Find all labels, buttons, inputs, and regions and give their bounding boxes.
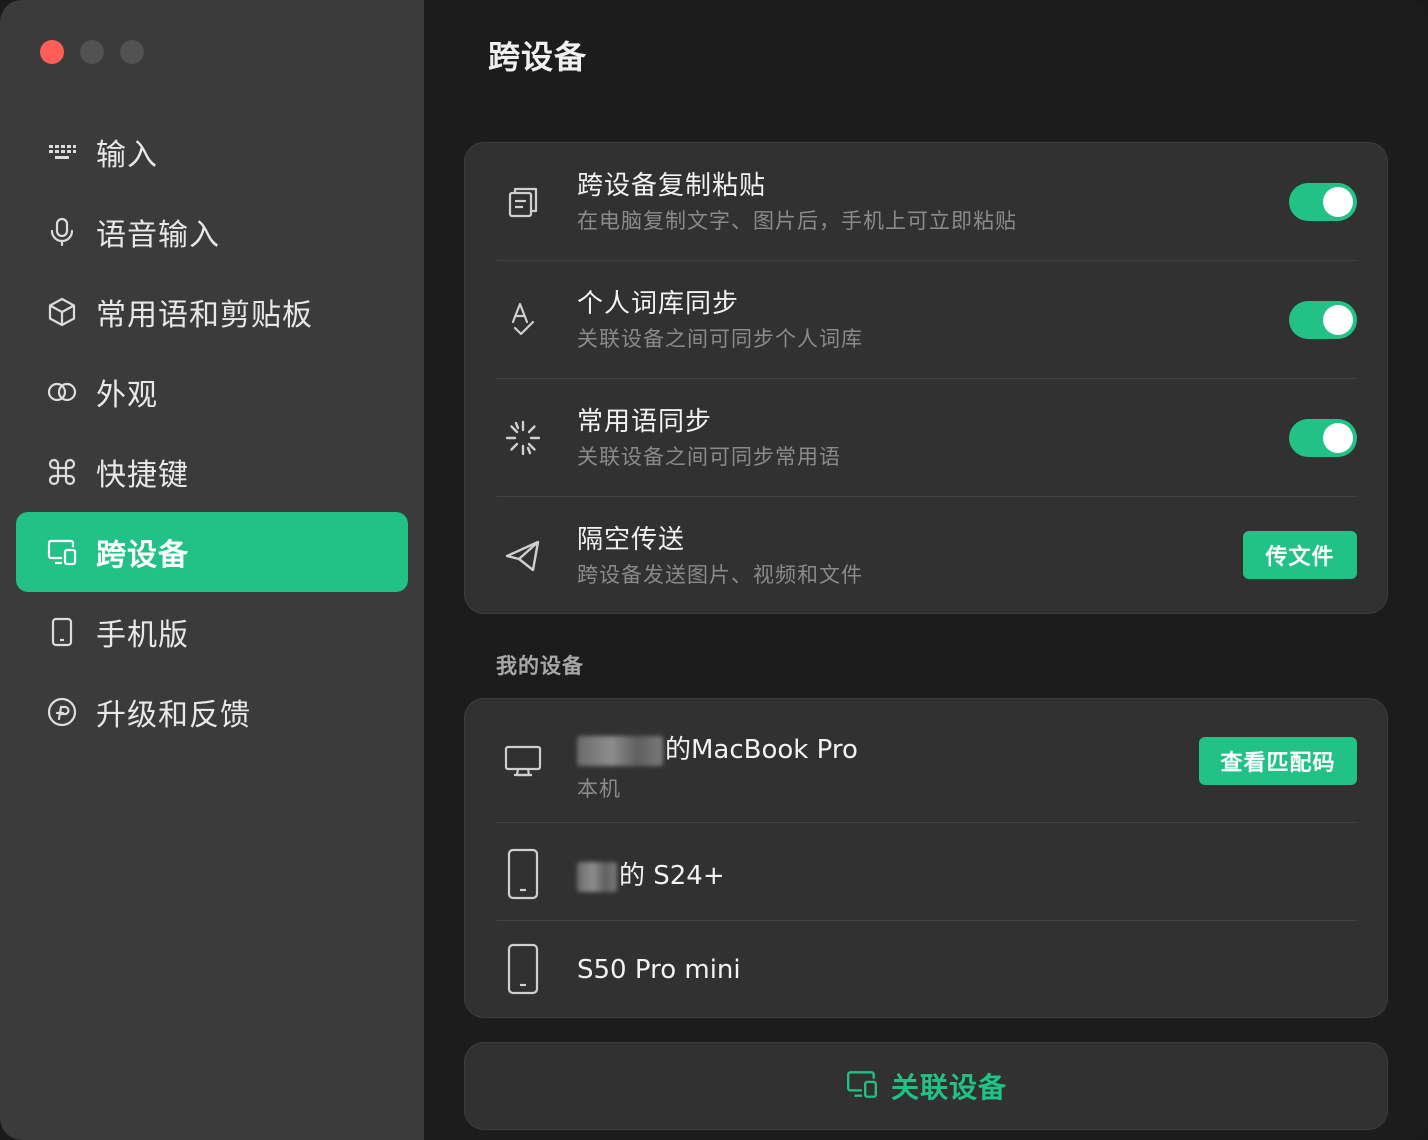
sidebar-item-label: 升级和反馈	[96, 698, 251, 733]
view-pairing-code-button[interactable]: 查看匹配码	[1199, 737, 1357, 785]
devices-card: 的MacBook Pro 本机 查看匹配码 的 S24+ S50 Pro min…	[464, 698, 1388, 1018]
devices-icon	[845, 1067, 879, 1105]
toggle-knob	[1323, 187, 1353, 217]
microphone-icon	[44, 214, 80, 250]
device-row: 的MacBook Pro 本机 查看匹配码	[497, 699, 1357, 823]
monitor-icon	[501, 739, 545, 783]
toggle-knob	[1323, 423, 1353, 453]
device-row: S50 Pro mini	[497, 921, 1357, 1019]
sidebar-item-label: 跨设备	[96, 538, 189, 573]
toggle-knob	[1323, 305, 1353, 335]
sidebar-item-phrases-clipboard[interactable]: 常用语和剪贴板	[16, 272, 408, 352]
feature-row-airdrop: 隔空传送 跨设备发送图片、视频和文件 传文件	[497, 497, 1357, 615]
keyboard-icon	[44, 134, 80, 170]
redacted-name	[577, 861, 617, 892]
send-file-button[interactable]: 传文件	[1243, 531, 1357, 579]
dictionary-sync-toggle[interactable]	[1289, 301, 1357, 339]
sidebar: 输入 语音输入 常用语和剪贴板 外观 快捷键 跨设备 手机版 升级和反馈	[0, 0, 424, 1140]
spellcheck-icon	[501, 298, 545, 342]
my-devices-label: 我的设备	[496, 654, 584, 678]
sidebar-item-label: 输入	[96, 138, 158, 173]
send-icon	[501, 534, 545, 578]
sidebar-item-input[interactable]: 输入	[16, 112, 408, 192]
zoom-window-button[interactable]	[120, 40, 144, 64]
link-device-label: 关联设备	[890, 1071, 1007, 1104]
feature-subtitle: 在电脑复制文字、图片后，手机上可立即粘贴	[577, 209, 1017, 233]
link-device-button[interactable]: 关联设备	[464, 1042, 1388, 1130]
command-icon	[44, 454, 80, 490]
sidebar-item-cross-device[interactable]: 跨设备	[16, 512, 408, 592]
feature-title: 隔空传送	[577, 525, 686, 555]
devices-icon	[44, 534, 80, 570]
sidebar-item-label: 语音输入	[96, 218, 220, 253]
main-panel: 跨设备 跨设备复制粘贴 在电脑复制文字、图片后，手机上可立即粘贴 个人词库同步 …	[424, 0, 1428, 1140]
sidebar-item-label: 外观	[96, 378, 158, 413]
feature-settings-card: 跨设备复制粘贴 在电脑复制文字、图片后，手机上可立即粘贴 个人词库同步 关联设备…	[464, 142, 1388, 614]
device-name: 的 S24+	[577, 855, 725, 892]
minimize-window-button[interactable]	[80, 40, 104, 64]
sidebar-item-voice-input[interactable]: 语音输入	[16, 192, 408, 272]
phone-icon	[501, 848, 545, 900]
feature-subtitle: 关联设备之间可同步个人词库	[577, 327, 863, 351]
sparkle-icon	[501, 416, 545, 460]
redacted-name	[577, 735, 663, 766]
rings-icon	[44, 374, 80, 410]
sidebar-item-label: 常用语和剪贴板	[96, 298, 313, 333]
sidebar-item-mobile[interactable]: 手机版	[16, 592, 408, 672]
feature-subtitle: 跨设备发送图片、视频和文件	[577, 563, 863, 587]
phone-icon	[44, 614, 80, 650]
feature-row-dictionary-sync: 个人词库同步 关联设备之间可同步个人词库	[497, 261, 1357, 379]
feature-title: 常用语同步	[577, 407, 713, 437]
clipboard-copy-icon	[501, 180, 545, 224]
device-name: 的MacBook Pro	[577, 729, 858, 766]
feature-subtitle: 关联设备之间可同步常用语	[577, 445, 841, 469]
page-title: 跨设备	[488, 38, 588, 76]
feature-row-phrases-sync: 常用语同步 关联设备之间可同步常用语	[497, 379, 1357, 497]
sidebar-item-label: 快捷键	[96, 458, 189, 493]
device-row: 的 S24+	[497, 823, 1357, 921]
cube-icon	[44, 294, 80, 330]
upgrade-icon	[44, 694, 80, 730]
phrases-sync-toggle[interactable]	[1289, 419, 1357, 457]
device-name: S50 Pro mini	[577, 955, 741, 985]
device-subtitle: 本机	[577, 777, 621, 801]
app-window: 输入 语音输入 常用语和剪贴板 外观 快捷键 跨设备 手机版 升级和反馈 跨设备…	[0, 0, 1428, 1140]
sidebar-item-appearance[interactable]: 外观	[16, 352, 408, 432]
phone-icon	[501, 943, 545, 995]
sidebar-item-shortcuts[interactable]: 快捷键	[16, 432, 408, 512]
feature-title: 跨设备复制粘贴	[577, 171, 767, 201]
copy-paste-toggle[interactable]	[1289, 183, 1357, 221]
sidebar-item-label: 手机版	[96, 618, 189, 653]
feature-row-copy-paste: 跨设备复制粘贴 在电脑复制文字、图片后，手机上可立即粘贴	[497, 143, 1357, 261]
close-window-button[interactable]	[40, 40, 64, 64]
feature-title: 个人词库同步	[577, 289, 740, 319]
sidebar-item-upgrade-feedback[interactable]: 升级和反馈	[16, 672, 408, 752]
